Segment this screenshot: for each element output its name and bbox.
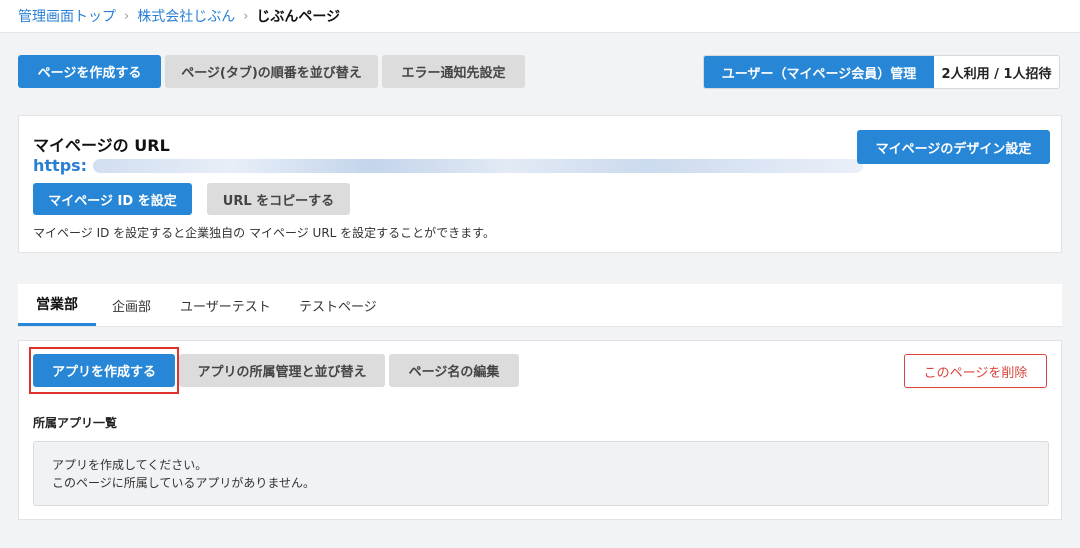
create-page-button[interactable]: ページを作成する [18, 55, 161, 88]
tab-test-page[interactable]: テストページ [299, 284, 377, 326]
top-bar: 管理画面トップ › 株式会社じぶん › じぶんページ [0, 0, 1080, 33]
mypage-url-card: マイページの URL https: マイページのデザイン設定 マイページ ID … [18, 115, 1062, 253]
url-prefix: https: [33, 156, 88, 175]
mypage-design-button[interactable]: マイページのデザイン設定 [857, 130, 1050, 164]
empty-apps-message: アプリを作成してください。 このページに所属しているアプリがありません。 [33, 441, 1049, 506]
page-tabs: 営業部 企画部 ユーザーテスト テストページ [18, 284, 1062, 327]
breadcrumb-admin-top[interactable]: 管理画面トップ [18, 6, 116, 26]
copy-url-button[interactable]: URL をコピーする [207, 183, 350, 215]
url-redacted [93, 158, 864, 173]
mypage-id-note: マイページ ID を設定すると企業独自の マイページ URL を設定することがで… [33, 226, 495, 240]
apps-list-heading: 所属アプリ一覧 [33, 416, 118, 430]
user-management-button[interactable]: ユーザー（マイページ会員）管理 [704, 56, 934, 88]
tab-planning[interactable]: 企画部 [112, 284, 151, 326]
mypage-url-value: https: [33, 156, 864, 175]
create-app-button[interactable]: アプリを作成する [33, 354, 175, 387]
chevron-right-icon: › [243, 8, 249, 24]
manage-apps-button[interactable]: アプリの所属管理と並び替え [179, 354, 385, 387]
reorder-tabs-button[interactable]: ページ(タブ)の順番を並び替え [165, 55, 378, 88]
tab-sales[interactable]: 営業部 [18, 284, 96, 326]
breadcrumb-current: じぶんページ [256, 9, 341, 25]
edit-page-name-button[interactable]: ページ名の編集 [389, 354, 519, 387]
breadcrumb: 管理画面トップ › 株式会社じぶん › じぶんページ [18, 6, 340, 26]
page-panel: アプリを作成する アプリの所属管理と並び替え ページ名の編集 このページを削除 … [18, 340, 1062, 520]
breadcrumb-company[interactable]: 株式会社じぶん [137, 6, 235, 26]
empty-message-line-2: このページに所属しているアプリがありません。 [52, 476, 316, 490]
user-management-group: ユーザー（マイページ会員）管理 2人利用 / 1人招待 [703, 55, 1060, 89]
mypage-url-title: マイページの URL [33, 136, 170, 155]
empty-message-line-1: アプリを作成してください。 [52, 458, 208, 472]
delete-page-button[interactable]: このページを削除 [904, 354, 1047, 388]
user-count-status: 2人利用 / 1人招待 [941, 66, 1052, 82]
tab-user-test[interactable]: ユーザーテスト [180, 284, 271, 326]
error-notification-button[interactable]: エラー通知先設定 [382, 55, 525, 88]
chevron-right-icon: › [124, 8, 130, 24]
set-mypage-id-button[interactable]: マイページ ID を設定 [33, 183, 192, 215]
